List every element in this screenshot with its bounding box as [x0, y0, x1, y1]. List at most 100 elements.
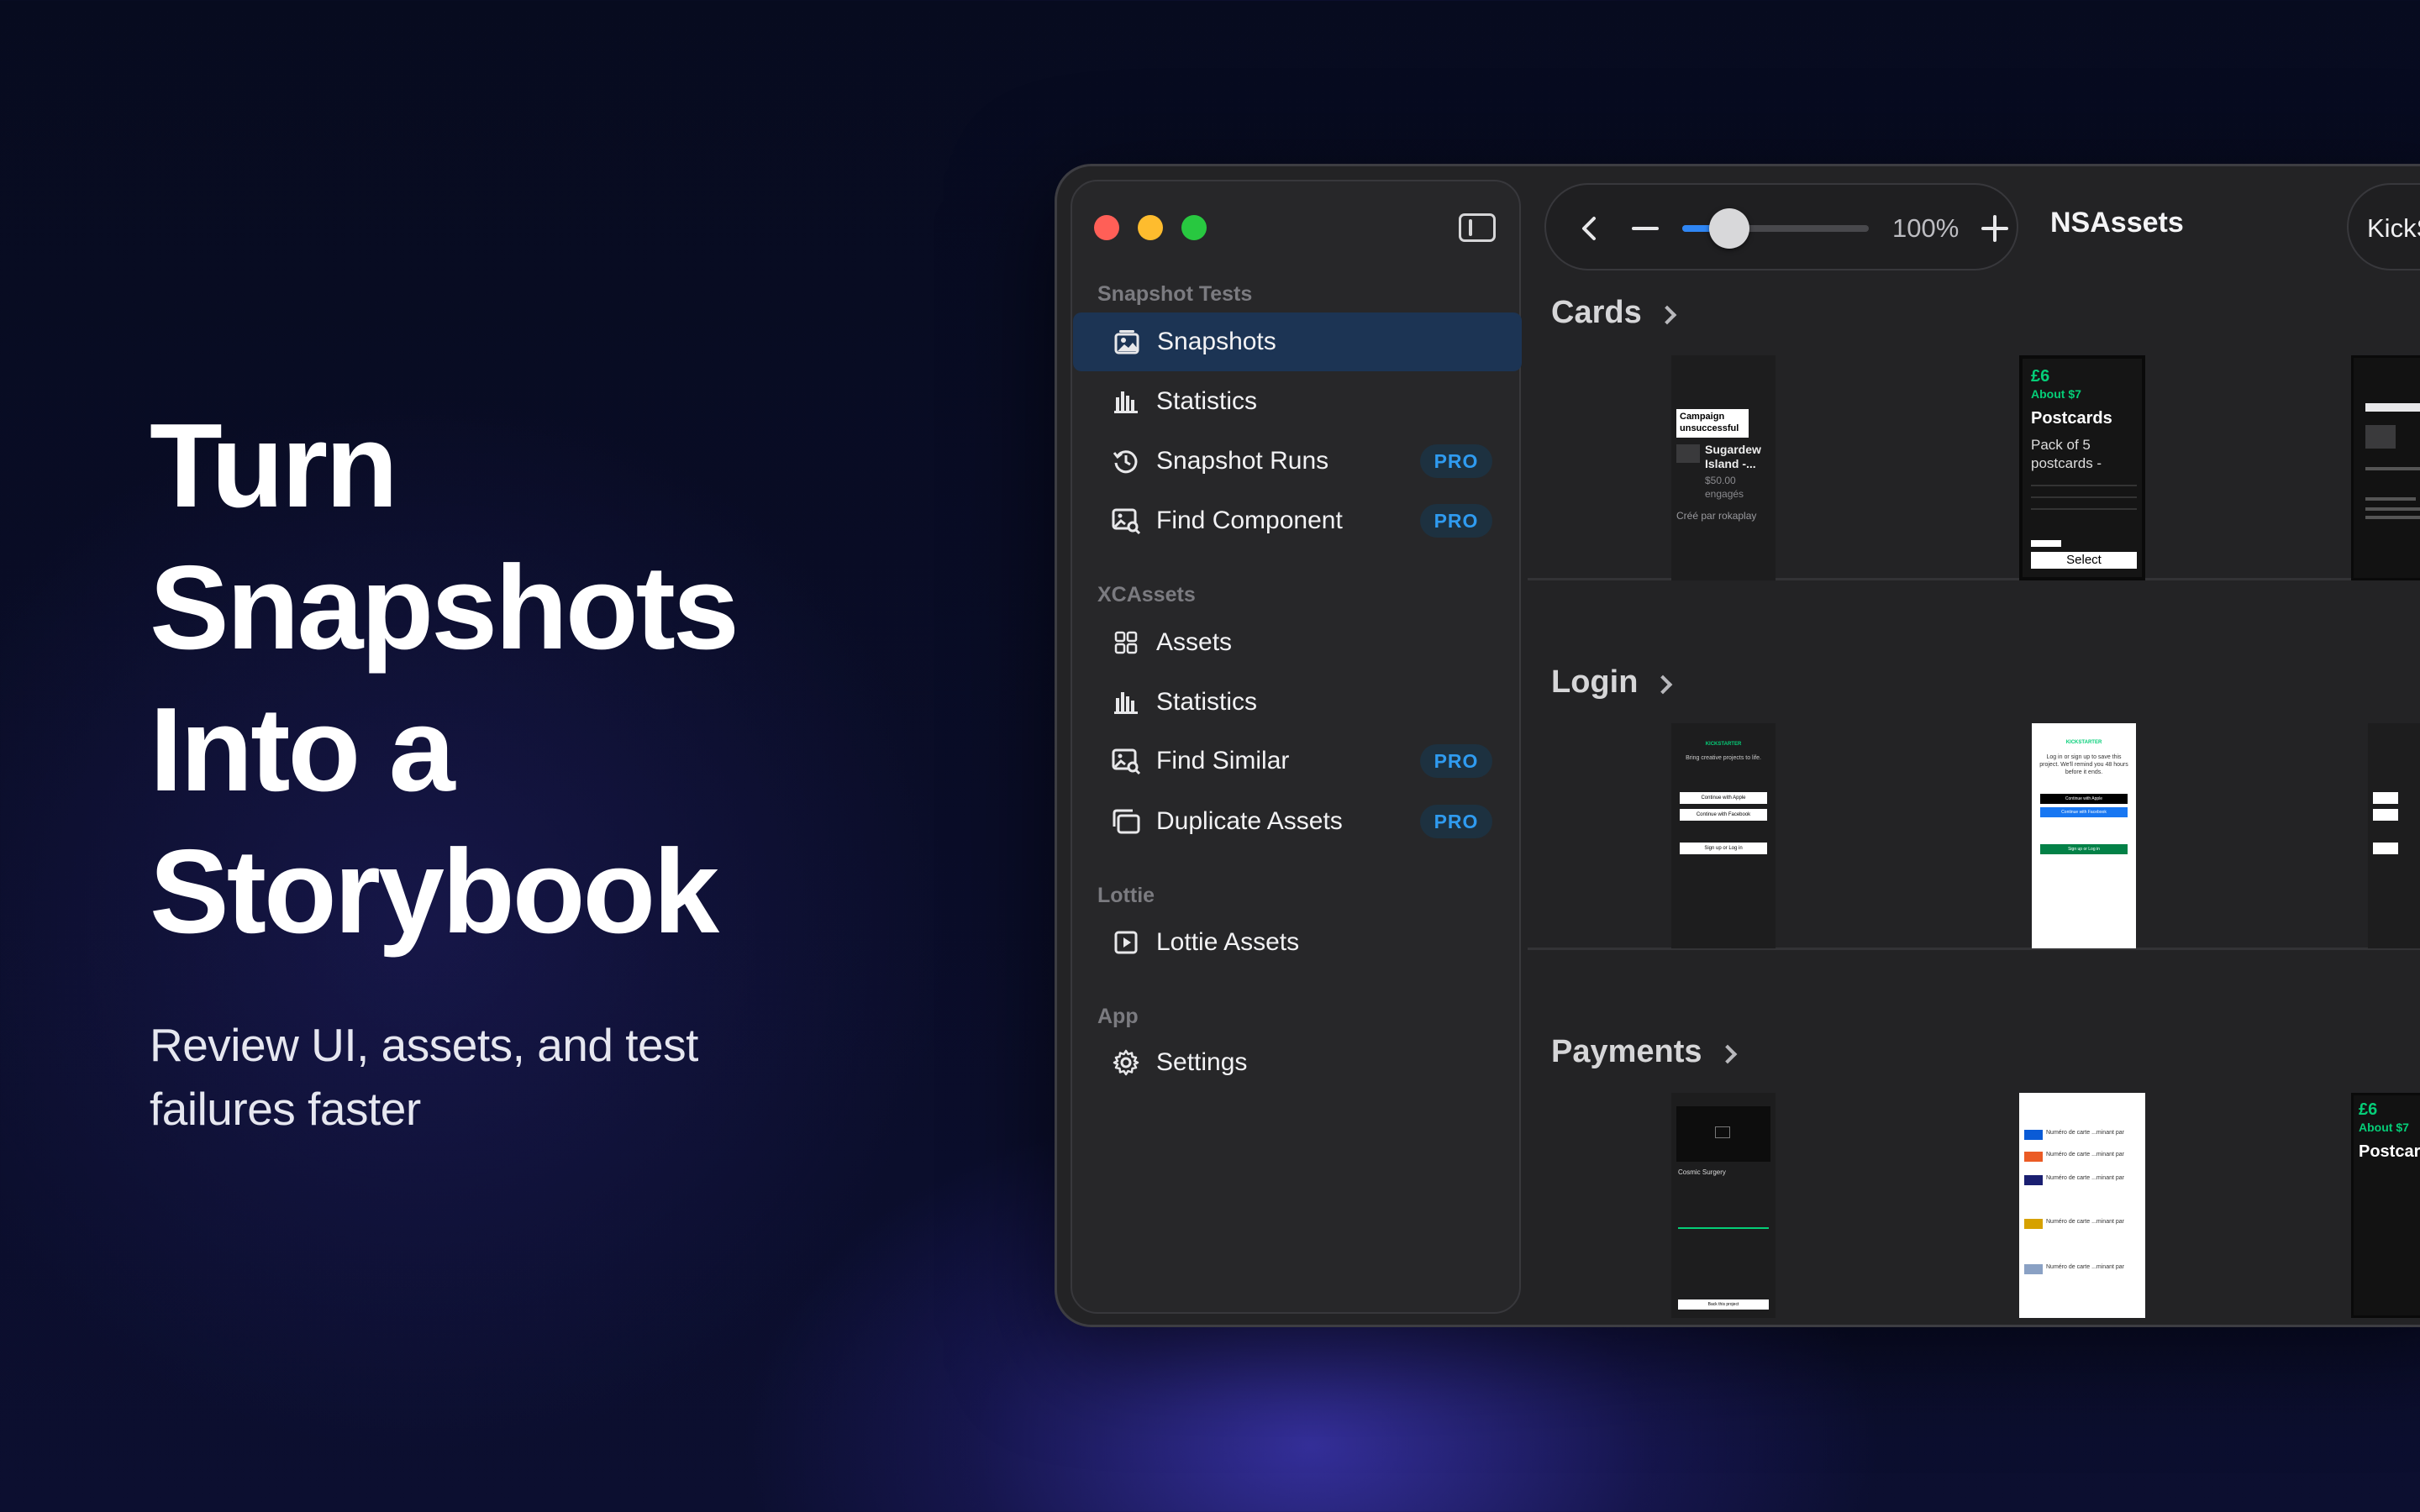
snapshot-thumbnail[interactable]: KICKSTARTER Log in or sign up to save th…: [2032, 723, 2136, 948]
login-brand: KICKSTARTER: [1705, 742, 1742, 747]
button-preview: [2373, 809, 2398, 821]
close-window-button[interactable]: [1094, 215, 1119, 240]
continue-facebook-button: Continue with Facebook: [2040, 807, 2128, 817]
card-brand-icon: [2024, 1175, 2043, 1185]
sidebar-item-label: Assets: [1156, 628, 1233, 656]
snapshot-thumbnail[interactable]: £6 About $7 Postcards Pack of 5 postcard…: [2019, 355, 2145, 580]
hero-title-line: Into a: [150, 683, 455, 816]
pro-badge: PRO: [1420, 444, 1492, 478]
section-title-login[interactable]: Login: [1551, 664, 1673, 701]
sidebar-item-label: Lottie Assets: [1156, 928, 1300, 956]
sidebar: Snapshot Tests Snapshots Statistics Snap…: [1071, 180, 1523, 1314]
login-brand: KICKSTARTER: [2065, 740, 2102, 745]
card-badge: Campaign unsuccessful: [1676, 409, 1749, 438]
card-creator: Créé par rokaplay: [1676, 510, 1757, 522]
login-tagline: Bring creative projects to life.: [1686, 755, 1761, 761]
zoom-slider-knob[interactable]: [1708, 208, 1749, 249]
card-brand-icon: [2024, 1152, 2043, 1162]
play-square-icon: [1111, 927, 1141, 958]
sidebar-item-label: Find Similar: [1156, 747, 1290, 774]
zoom-out-button[interactable]: [1632, 227, 1659, 230]
image-search-icon: [1111, 746, 1141, 776]
sidebar-item-label: Find Component: [1156, 507, 1343, 534]
sidebar-item-snapshots[interactable]: Snapshots: [1073, 312, 1522, 371]
snapshot-browser: Cards Campaign unsuccessful Sugardew Isl…: [1528, 261, 2420, 1325]
reward-select-button: Select: [2031, 552, 2137, 569]
sidebar-item-label: Duplicate Assets: [1156, 807, 1343, 835]
survey-banner: [2365, 403, 2420, 412]
zoom-slider[interactable]: [1682, 208, 1869, 249]
image-search-icon: [1111, 506, 1141, 536]
sidebar-item-statistics[interactable]: Statistics: [1072, 372, 1523, 431]
continue-apple-button: Continue with Apple: [1680, 792, 1767, 804]
sidebar-item-assets[interactable]: Assets: [1072, 613, 1523, 672]
card-status: engagés: [1705, 488, 1744, 500]
continue-apple-button: Continue with Apple: [2040, 794, 2128, 804]
hero: Turn Snapshots Into a Storybook Review U…: [150, 395, 839, 1141]
hero-title-line: Storybook: [150, 825, 719, 958]
grid-icon: [1111, 627, 1141, 658]
pro-badge: PRO: [1420, 504, 1492, 538]
sidebar-section-app: App: [1097, 1005, 1139, 1028]
text-line: [2365, 516, 2420, 519]
card-brand-icon: [2024, 1130, 2043, 1140]
text-line: [2365, 467, 2420, 470]
sidebar-item-lottie-assets[interactable]: Lottie Assets: [1072, 913, 1523, 972]
chevron-right-icon: [1657, 305, 1677, 324]
toolbar: 100% NSAssets KickS: [1536, 180, 2420, 274]
sidebar-item-find-component[interactable]: Find Component PRO: [1072, 491, 1523, 550]
sidebar-item-duplicate-assets[interactable]: Duplicate Assets PRO: [1072, 792, 1523, 851]
sidebar-item-settings[interactable]: Settings: [1072, 1033, 1523, 1092]
minimize-window-button[interactable]: [1138, 215, 1163, 240]
sidebar-item-find-similar[interactable]: Find Similar PRO: [1072, 732, 1523, 790]
snapshot-thumbnail[interactable]: Campaign unsuccessful Sugardew Island -.…: [1671, 355, 1776, 580]
snapshot-thumbnail[interactable]: Numéro de carte ...minant par Numéro de …: [2019, 1093, 2145, 1318]
reward-description: Pack of 5 postcards -: [2031, 437, 2102, 471]
section-title-payments[interactable]: Payments: [1551, 1034, 1737, 1070]
snapshot-thumbnail[interactable]: [2368, 723, 2420, 948]
snapshot-thumbnail[interactable]: £6 About $7 Postcards: [2351, 1093, 2420, 1318]
section-title-cards[interactable]: Cards: [1551, 295, 1677, 331]
pro-badge: PRO: [1420, 744, 1492, 778]
app-window: Snapshot Tests Snapshots Statistics Snap…: [1055, 164, 2420, 1327]
reward-title: Postcards: [2359, 1142, 2420, 1161]
chevron-right-icon: [1718, 1044, 1737, 1063]
card-number: Numéro de carte ...minant par: [2046, 1152, 2124, 1158]
chevron-left-icon: [1582, 217, 1596, 240]
toolbar-chip[interactable]: KickS: [2347, 183, 2420, 270]
hero-subtitle: Review UI, assets, and test failures fas…: [150, 1019, 698, 1135]
text-line: [2365, 497, 2416, 501]
toolbar-title: NSAssets: [2050, 207, 2184, 239]
sidebar-item-snapshot-runs[interactable]: Snapshot Runs PRO: [1072, 432, 1523, 491]
sidebar-toggle-icon[interactable]: [1459, 213, 1496, 242]
section-login: Login KICKSTARTER Bring creative project…: [1528, 631, 2420, 950]
sidebar-item-label: Statistics: [1156, 688, 1258, 716]
section-payments: Payments Cosmic Surgery Back this projec…: [1528, 1000, 2420, 1320]
card-number: Numéro de carte ...minant par: [2046, 1130, 2124, 1136]
card-price: $50.00: [1705, 475, 1736, 486]
divider: [2031, 485, 2137, 486]
sidebar-item-label: Snapshots: [1157, 328, 1276, 355]
bar-chart-icon: [1111, 386, 1141, 417]
sidebar-item-statistics-assets[interactable]: Statistics: [1072, 673, 1523, 732]
sidebar-section-xcassets: XCAssets: [1097, 583, 1196, 606]
zoom-controls: 100%: [1544, 183, 2018, 270]
play-icon: [1715, 1126, 1730, 1138]
snapshot-thumbnail[interactable]: [2351, 355, 2420, 580]
pro-badge: PRO: [1420, 805, 1492, 838]
snapshot-thumbnail[interactable]: KICKSTARTER Bring creative projects to l…: [1671, 723, 1776, 948]
survey-image: [2365, 425, 2396, 449]
sidebar-item-label: Snapshot Runs: [1156, 447, 1329, 475]
zoom-in-button[interactable]: [1981, 213, 2012, 244]
divider: [2031, 508, 2137, 510]
divider: [2031, 496, 2137, 498]
back-button[interactable]: [1571, 210, 1608, 247]
snapshot-thumbnail[interactable]: Cosmic Surgery Back this project: [1671, 1093, 1776, 1318]
reward-tag: [2031, 540, 2061, 547]
history-icon: [1111, 446, 1141, 476]
card-brand-icon: [2024, 1264, 2043, 1274]
sidebar-item-label: Statistics: [1156, 387, 1258, 415]
zoom-window-button[interactable]: [1181, 215, 1207, 240]
sidebar-section-snapshot-tests: Snapshot Tests: [1097, 282, 1253, 306]
project-title: Cosmic Surgery: [1678, 1168, 1726, 1176]
